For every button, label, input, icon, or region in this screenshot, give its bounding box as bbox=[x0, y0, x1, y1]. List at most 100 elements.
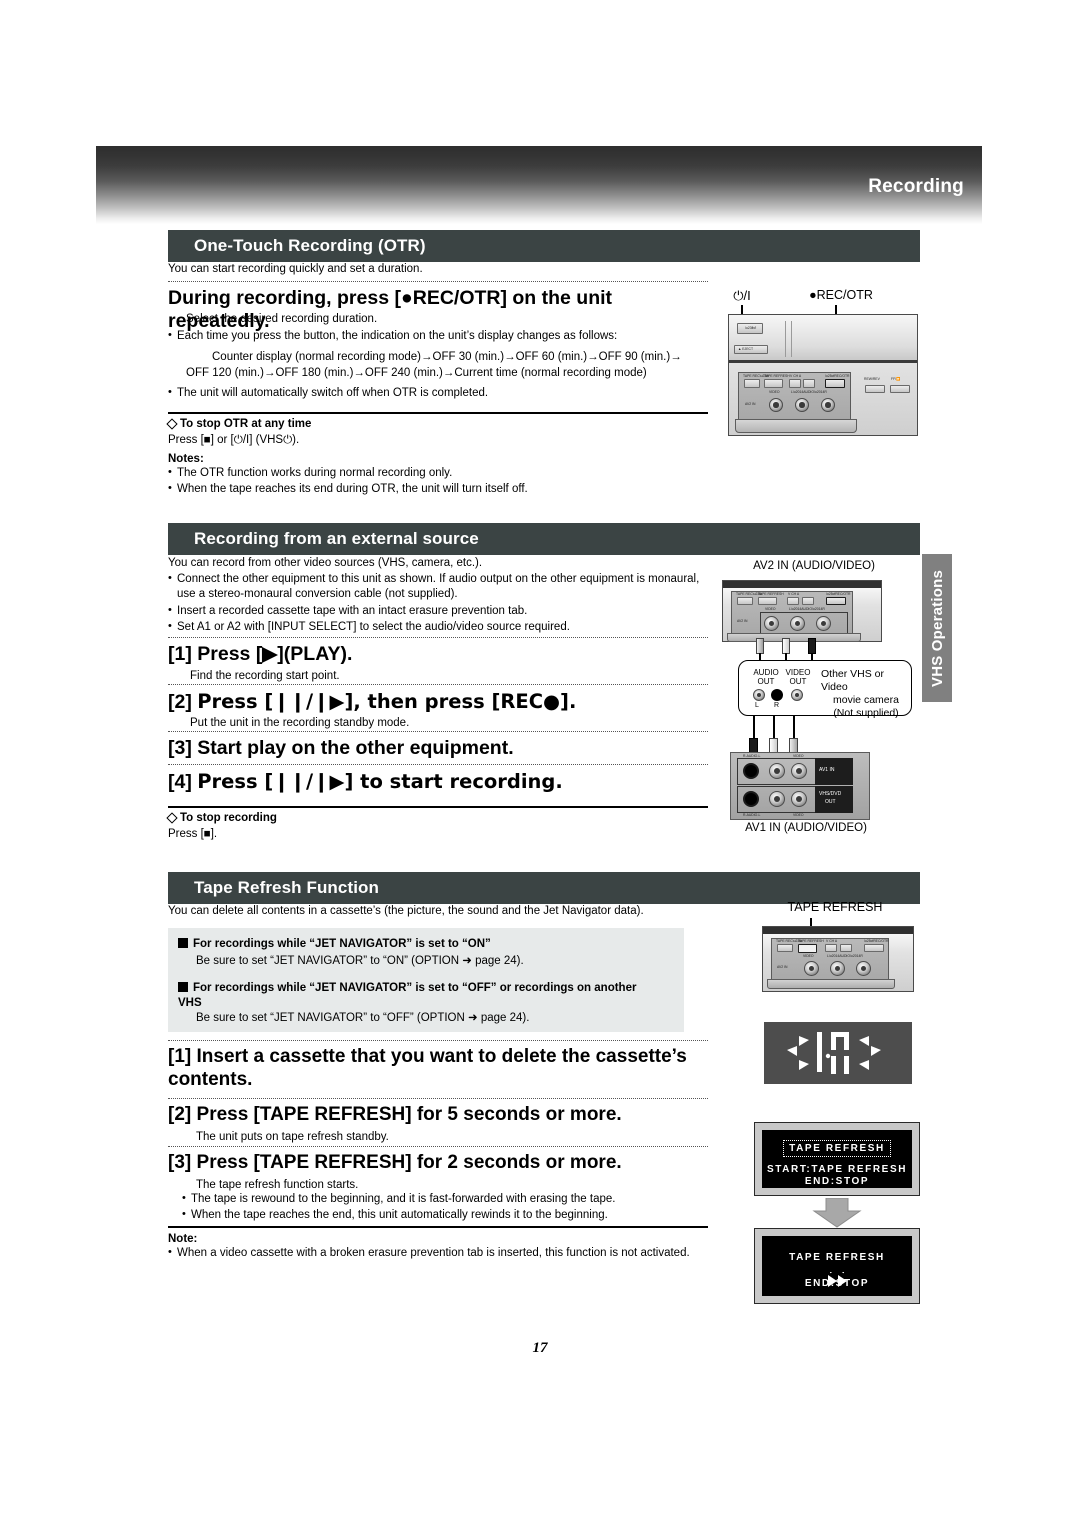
step-text: Press [TAPE REFRESH] for 2 seconds or mo… bbox=[196, 1152, 622, 1173]
tape-refresh-note-heading: Note: bbox=[168, 1233, 198, 1245]
external-step-4: [4] Press [❙❙/❙▶] to start recording. bbox=[168, 770, 563, 794]
tape-refresh-button[interactable] bbox=[758, 597, 777, 605]
video-sublabel: VIDEO bbox=[765, 607, 776, 611]
out-label: OUT bbox=[825, 799, 836, 805]
tape-refresh-intro: You can delete all contents in a cassett… bbox=[168, 905, 644, 917]
step-number: [1] bbox=[168, 643, 192, 665]
osd2-title: TAPE REFRESH bbox=[789, 1252, 885, 1263]
audio-r-jack bbox=[816, 616, 831, 631]
channel-up-button[interactable] bbox=[802, 597, 814, 605]
tape-rec-button[interactable] bbox=[737, 597, 753, 605]
jet-nav-item-on: For recordings while “JET NAVIGATOR” is … bbox=[178, 937, 678, 952]
rear-terminal-panel: AV1 IN VHS/DVD OUT R-AUDIO-L VIDEO R-AUD… bbox=[730, 752, 870, 820]
otr-sequence-line-2: OFF 120 (min.)→OFF 180 (min.)→OFF 240 (m… bbox=[186, 367, 647, 379]
manual-page: Recording VHS Operations One-Touch Recor… bbox=[0, 0, 1080, 1528]
audio-l-out-jack bbox=[753, 689, 765, 701]
osd1-line1: START:TAPE REFRESH bbox=[766, 1164, 908, 1175]
channel-down-button[interactable] bbox=[787, 597, 799, 605]
video-jack bbox=[769, 398, 783, 412]
tape-refresh-bullet-item: When the tape reaches the end, this unit… bbox=[182, 1207, 712, 1223]
external-device-text: Other VHS or Video movie camera (Not sup… bbox=[821, 668, 899, 720]
tape-rec-button[interactable] bbox=[777, 944, 793, 952]
section-bar-otr: One-Touch Recording (OTR) bbox=[168, 230, 920, 262]
av1-in-port-label: AV1 IN bbox=[819, 767, 835, 773]
divider-solid bbox=[168, 412, 708, 414]
vcr-body: \u23fb/I ▲ EJECT TAPE REC\u23fb TAPE REF… bbox=[728, 314, 918, 436]
external-step-3: [3] Start play on the other equipment. bbox=[168, 737, 514, 760]
seven-segment-flashing-icon bbox=[787, 1032, 881, 1074]
tape-rec-button[interactable] bbox=[744, 379, 760, 388]
step-text: Press [❙❙/❙▶], then press [REC●]. bbox=[197, 690, 577, 713]
external-step-2-sub: Put the unit in the recording standby mo… bbox=[190, 717, 410, 729]
step-text: Press [▶](PLAY). bbox=[197, 643, 353, 665]
audio-r-jack bbox=[821, 398, 835, 412]
fast-forward-button[interactable] bbox=[890, 385, 910, 393]
divider-solid bbox=[168, 1226, 708, 1228]
bullet-square-icon bbox=[178, 938, 188, 948]
otr-notes-list: The OTR function works during normal rec… bbox=[168, 465, 713, 499]
right-channel-label: R bbox=[774, 702, 780, 709]
osd1-title: TAPE REFRESH bbox=[783, 1140, 891, 1157]
illustration-tape-refresh-button: TAPE REFRESH TAPE REC\u23fb TAPE REFRESH… bbox=[748, 900, 924, 1018]
external-bullets: Connect the other equipment to this unit… bbox=[168, 571, 713, 636]
tape-refresh-step-2-sub: The unit puts on tape refresh standby. bbox=[196, 1131, 389, 1143]
av1-in-caption: AV1 IN (AUDIO/VIDEO) bbox=[745, 822, 867, 834]
page-header-band: Recording bbox=[96, 146, 982, 224]
av2-panel: TAPE REC\u23fb TAPE REFRESH V CH A \u25c… bbox=[731, 591, 853, 637]
otr-bullet-2: The unit will automatically switch off w… bbox=[168, 385, 713, 401]
tape-refresh-button[interactable] bbox=[798, 944, 817, 953]
external-stop-heading: To stop recording bbox=[180, 812, 277, 824]
bullet-square-icon bbox=[178, 982, 188, 992]
page-number: 17 bbox=[532, 1340, 548, 1356]
otr-notes-heading: Notes: bbox=[168, 453, 204, 465]
video-jack bbox=[804, 961, 819, 976]
tape-refresh-button[interactable] bbox=[764, 379, 783, 388]
label-rec-otr-button: ●REC/OTR bbox=[809, 288, 873, 302]
step-number: [1] bbox=[168, 1046, 192, 1067]
page-title: Recording bbox=[868, 176, 964, 197]
audio-l-jack bbox=[790, 616, 805, 631]
side-tab-vhs-operations: VHS Operations bbox=[922, 554, 952, 702]
step-text: Press [TAPE REFRESH] for 5 seconds or mo… bbox=[196, 1104, 622, 1125]
divider-dotted bbox=[168, 684, 708, 685]
osd-content: TAPE REFRESH END:STOP bbox=[762, 1236, 912, 1296]
divider-dotted bbox=[168, 1098, 708, 1099]
eject-label: ▲ EJECT bbox=[738, 347, 754, 351]
video-jack bbox=[764, 616, 779, 631]
audio-r-out-jack bbox=[771, 689, 783, 701]
tape-refresh-step3-bullets: The tape is rewound to the beginning, an… bbox=[182, 1191, 712, 1225]
left-channel-label: L bbox=[755, 702, 759, 709]
channel-down-button[interactable] bbox=[825, 944, 837, 952]
rec-otr-button[interactable] bbox=[825, 379, 845, 388]
step-number: [3] bbox=[168, 737, 192, 759]
step-number: [2] bbox=[168, 1104, 192, 1125]
divider-dotted bbox=[168, 281, 708, 282]
jet-nav-body-on: Be sure to set “JET NAVIGATOR” to “ON” (… bbox=[196, 955, 524, 967]
divider-dotted bbox=[168, 1040, 708, 1041]
divider-dotted bbox=[168, 764, 708, 765]
channel-up-button[interactable] bbox=[803, 379, 815, 388]
osd-screen-start: TAPE REFRESH START:TAPE REFRESH END:STOP bbox=[754, 1122, 920, 1196]
otr-note-item: When the tape reaches its end during OTR… bbox=[168, 481, 713, 497]
arrow-down-icon bbox=[812, 1198, 862, 1228]
video-out-label: VIDEO OUT bbox=[785, 668, 811, 686]
jet-nav-body-off: Be sure to set “JET NAVIGATOR” to “OFF” … bbox=[196, 1012, 530, 1024]
jet-nav-item-off: For recordings while “JET NAVIGATOR” is … bbox=[178, 982, 637, 1010]
otr-step-sub: Select the desired recording duration. bbox=[186, 313, 378, 325]
otr-note-item: The OTR function works during normal rec… bbox=[168, 465, 713, 481]
rec-otr-button[interactable] bbox=[864, 944, 884, 952]
step-text: Start play on the other equipment. bbox=[197, 737, 514, 759]
diamond-icon bbox=[166, 812, 178, 824]
external-bullet-item: Connect the other equipment to this unit… bbox=[168, 571, 713, 603]
osd-content: TAPE REFRESH START:TAPE REFRESH END:STOP bbox=[762, 1130, 912, 1188]
rec-otr-button[interactable] bbox=[826, 597, 846, 605]
step-text: Press [❙❙/❙▶] to start recording. bbox=[197, 770, 563, 793]
illustration-external-connection: AV2 IN (AUDIO/VIDEO) TAPE REC\u23fb TAPE… bbox=[716, 560, 912, 850]
tape-refresh-panel: TAPE REC\u23fb TAPE REFRESH V CH A \u25c… bbox=[771, 938, 889, 982]
rewind-button[interactable] bbox=[865, 385, 885, 393]
channel-down-button[interactable] bbox=[789, 379, 801, 388]
channel-up-button[interactable] bbox=[840, 944, 852, 952]
external-stop-text: Press [■]. bbox=[168, 828, 218, 840]
osd-screen-end: TAPE REFRESH END:STOP bbox=[754, 1228, 920, 1304]
tape-refresh-note-item: When a video cassette with a broken eras… bbox=[168, 1245, 708, 1261]
